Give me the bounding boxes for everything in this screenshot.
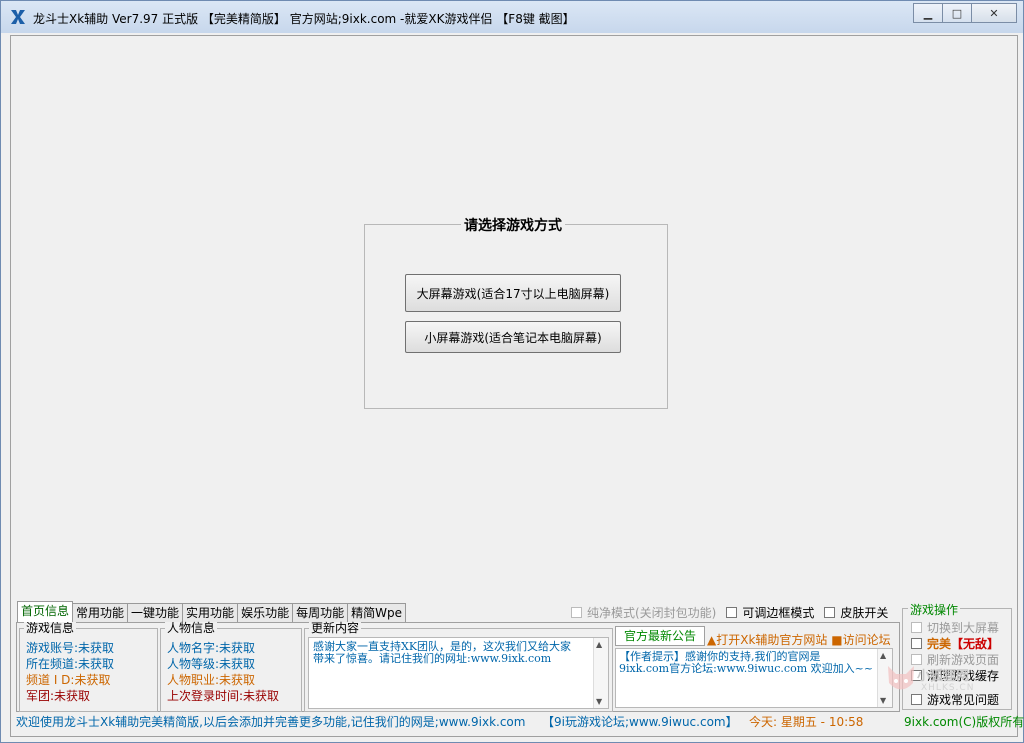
perfect-invincible-checkbox[interactable] [911, 638, 922, 649]
faq-checkbox[interactable] [911, 694, 922, 705]
resizable-border-label: 可调边框模式 [742, 606, 815, 620]
scroll-up-icon[interactable]: ▲ [596, 640, 602, 649]
scroll-down-icon[interactable]: ▼ [596, 697, 602, 706]
faq-label: 游戏常见问题 [927, 693, 1000, 707]
app-logo-icon [10, 9, 26, 25]
welcome-text: 欢迎使用龙斗士Xk辅助完美精简版,以后会添加并完善更多功能,记住我们的网是;ww… [16, 715, 526, 729]
switch-large-label: 切换到大屏幕 [927, 621, 1000, 635]
game-mode-title: 请选择游戏方式 [461, 215, 565, 235]
update-group: 更新内容 感谢大家一直支持XK团队，是的，这次我们又给大家 带来了惊喜。请记住我… [304, 622, 613, 712]
large-screen-button[interactable]: 大屏幕游戏(适合17寸以上电脑屏幕) [405, 274, 621, 312]
skin-switch-checkbox[interactable] [824, 607, 836, 618]
app-window: 龙斗士Xk辅助 Ver7.97 正式版 【完美精简版】 官方网站;9ixk.co… [0, 0, 1024, 743]
update-textarea[interactable]: 感谢大家一直支持XK团队，是的，这次我们又给大家 带来了惊喜。请记住我们的网址:… [308, 637, 609, 709]
update-scrollbar[interactable]: ▲ ▼ [593, 638, 608, 708]
switch-large-checkbox[interactable] [911, 622, 922, 633]
game-ops-title: 游戏操作 [908, 601, 961, 618]
game-info-group: 游戏信息 游戏账号:未获取 所在频道:未获取 频道 I D:未获取 军团:未获取 [19, 622, 158, 712]
char-level: 人物等级:未获取 [167, 657, 256, 671]
game-channel: 所在频道:未获取 [26, 657, 115, 671]
notice-line-2: 9ixk.com官方论坛:www.9iwuc.com 欢迎加入~~ [619, 662, 874, 675]
refresh-page-checkbox[interactable] [911, 654, 922, 665]
scroll-up-icon[interactable]: ▲ [880, 651, 886, 660]
small-screen-button[interactable]: 小屏幕游戏(适合笔记本电脑屏幕) [405, 321, 621, 353]
visit-forum-link[interactable]: ■访问论坛 [831, 633, 890, 647]
tab-entertainment[interactable]: 娱乐功能 [237, 603, 294, 622]
char-info-title: 人物信息 [165, 621, 218, 635]
maximize-button[interactable]: □ [942, 3, 972, 23]
pure-mode-checkbox[interactable] [571, 607, 582, 618]
char-job: 人物职业:未获取 [167, 673, 256, 687]
skin-switch-option[interactable]: 皮肤开关 [824, 604, 888, 621]
game-info-title: 游戏信息 [24, 621, 77, 635]
notice-scrollbar[interactable]: ▲ ▼ [877, 649, 892, 707]
notice-links: ▲打开Xk辅助官方网站 ■访问论坛 [707, 631, 891, 648]
tab-common[interactable]: 常用功能 [72, 603, 129, 622]
title-bar[interactable]: 龙斗士Xk辅助 Ver7.97 正式版 【完美精简版】 官方网站;9ixk.co… [1, 1, 1023, 33]
mode-options: 纯净模式(关闭封包功能) 可调边框模式 皮肤开关 [571, 604, 898, 621]
game-channel-id: 频道 I D:未获取 [26, 673, 111, 687]
update-line-2: 带来了惊喜。请记住我们的网址:www.9ixk.com [313, 652, 552, 665]
tab-bar: 首页信息 常用功能 一键功能 实用功能 娱乐功能 每周功能 精简Wpe [17, 601, 406, 622]
forum-text[interactable]: 【9i玩游戏论坛;www.9iwuc.com】 [542, 713, 738, 730]
clear-cache-checkbox[interactable] [911, 670, 922, 681]
tab-one-click[interactable]: 一键功能 [127, 603, 184, 622]
tab-wpe[interactable]: 精简Wpe [347, 603, 406, 622]
switch-large-option[interactable]: 切换到大屏幕 [911, 619, 999, 636]
clear-cache-label: 清理游戏缓存 [927, 669, 1000, 683]
copyright-text: 9ixk.com(C)版权所有 [904, 715, 1024, 729]
char-info-group: 人物信息 人物名字:未获取 人物等级:未获取 人物职业:未获取 上次登录时间:未… [160, 622, 302, 712]
perfect-invincible-option[interactable]: 完美 【无敌】 [911, 635, 999, 652]
clear-cache-option[interactable]: 清理游戏缓存 [911, 667, 999, 684]
game-ops-group: 游戏操作 切换到大屏幕 完美 【无敌】 刷新游戏页面 清理游戏缓存 游戏常见问题 [902, 601, 1012, 710]
invincible-label: 【无敌】 [951, 637, 1000, 651]
window-title: 龙斗士Xk辅助 Ver7.97 正式版 【完美精简版】 官方网站;9ixk.co… [33, 12, 575, 26]
refresh-page-label: 刷新游戏页面 [927, 653, 1000, 667]
tab-home-info[interactable]: 首页信息 [17, 601, 74, 622]
game-legion: 军团:未获取 [26, 689, 91, 703]
tab-weekly[interactable]: 每周功能 [292, 603, 349, 622]
game-mode-group: 请选择游戏方式 大屏幕游戏(适合17寸以上电脑屏幕) 小屏幕游戏(适合笔记本电脑… [364, 215, 668, 409]
perfect-label: 完美 [927, 637, 952, 651]
skin-switch-label: 皮肤开关 [840, 606, 889, 620]
resizable-border-checkbox[interactable] [726, 607, 738, 618]
update-title: 更新内容 [309, 621, 362, 635]
notice-textarea[interactable]: 【作者提示】感谢你的支持,我们的官网是 9ixk.com官方论坛:www.9iw… [615, 648, 893, 708]
char-last-login: 上次登录时间:未获取 [167, 689, 280, 703]
notice-tab[interactable]: 官方最新公告 [615, 626, 705, 646]
pure-mode-option[interactable]: 纯净模式(关闭封包功能) [571, 604, 716, 621]
minimize-button[interactable]: ▁ [913, 3, 943, 23]
resizable-border-option[interactable]: 可调边框模式 [726, 604, 814, 621]
pure-mode-label: 纯净模式(关闭封包功能) [587, 606, 717, 620]
tab-utility[interactable]: 实用功能 [182, 603, 239, 622]
client-area: 请选择游戏方式 大屏幕游戏(适合17寸以上电脑屏幕) 小屏幕游戏(适合笔记本电脑… [10, 35, 1024, 737]
faq-option[interactable]: 游戏常见问题 [911, 691, 999, 708]
today-text: 今天: 星期五 - 10:58 [749, 715, 864, 729]
close-button[interactable]: ✕ [971, 3, 1017, 23]
scroll-down-icon[interactable]: ▼ [880, 696, 886, 705]
open-website-link[interactable]: ▲打开Xk辅助官方网站 [707, 633, 827, 647]
char-name: 人物名字:未获取 [167, 641, 256, 655]
window-controls: ▁ □ ✕ [913, 3, 1017, 23]
game-account: 游戏账号:未获取 [26, 641, 115, 655]
refresh-page-option[interactable]: 刷新游戏页面 [911, 651, 999, 668]
